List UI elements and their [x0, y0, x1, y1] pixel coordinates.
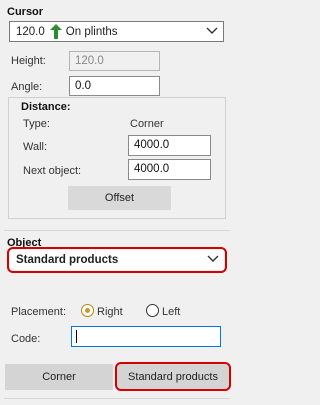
object-dropdown[interactable]: Standard products	[10, 250, 224, 270]
type-value: Corner	[130, 118, 164, 130]
bottom-divider	[4, 398, 230, 399]
cursor-section-title: Cursor	[7, 6, 44, 18]
cursor-height-value: 120.0	[16, 25, 45, 38]
height-field: 120.0	[69, 51, 160, 71]
placement-left-radio[interactable]	[146, 304, 159, 317]
chevron-down-icon	[207, 255, 219, 262]
property-panel: { "cursor": { "title": "Cursor", "height…	[0, 0, 234, 405]
offset-button[interactable]: Offset	[68, 186, 171, 210]
angle-label: Angle:	[11, 81, 43, 93]
type-label: Type:	[23, 118, 50, 130]
standard-products-tab-button[interactable]: Standard products	[115, 362, 231, 391]
next-object-label: Next object:	[23, 165, 82, 177]
cursor-mode-label: On plinths	[65, 25, 118, 38]
wall-label: Wall:	[23, 141, 48, 153]
cursor-mode-dropdown[interactable]: 120.0 On plinths	[9, 21, 224, 42]
angle-field[interactable]: 0.0	[69, 76, 160, 96]
up-arrow-icon	[49, 24, 62, 39]
corner-tab-button[interactable]: Corner	[5, 364, 113, 390]
placement-label: Placement:	[11, 306, 67, 318]
divider	[4, 230, 230, 231]
object-selected-value: Standard products	[16, 254, 119, 266]
chevron-down-icon	[206, 27, 218, 34]
wall-field[interactable]: 4000.0	[128, 135, 211, 156]
distance-title: Distance:	[21, 101, 71, 113]
next-object-field[interactable]: 4000.0	[128, 159, 211, 180]
height-label: Height:	[11, 55, 46, 67]
placement-right-radio[interactable]	[81, 304, 94, 317]
text-cursor	[76, 330, 77, 343]
code-input[interactable]	[71, 326, 221, 347]
placement-left-label[interactable]: Left	[162, 306, 180, 318]
placement-right-label[interactable]: Right	[97, 306, 123, 318]
code-label: Code:	[11, 333, 41, 345]
